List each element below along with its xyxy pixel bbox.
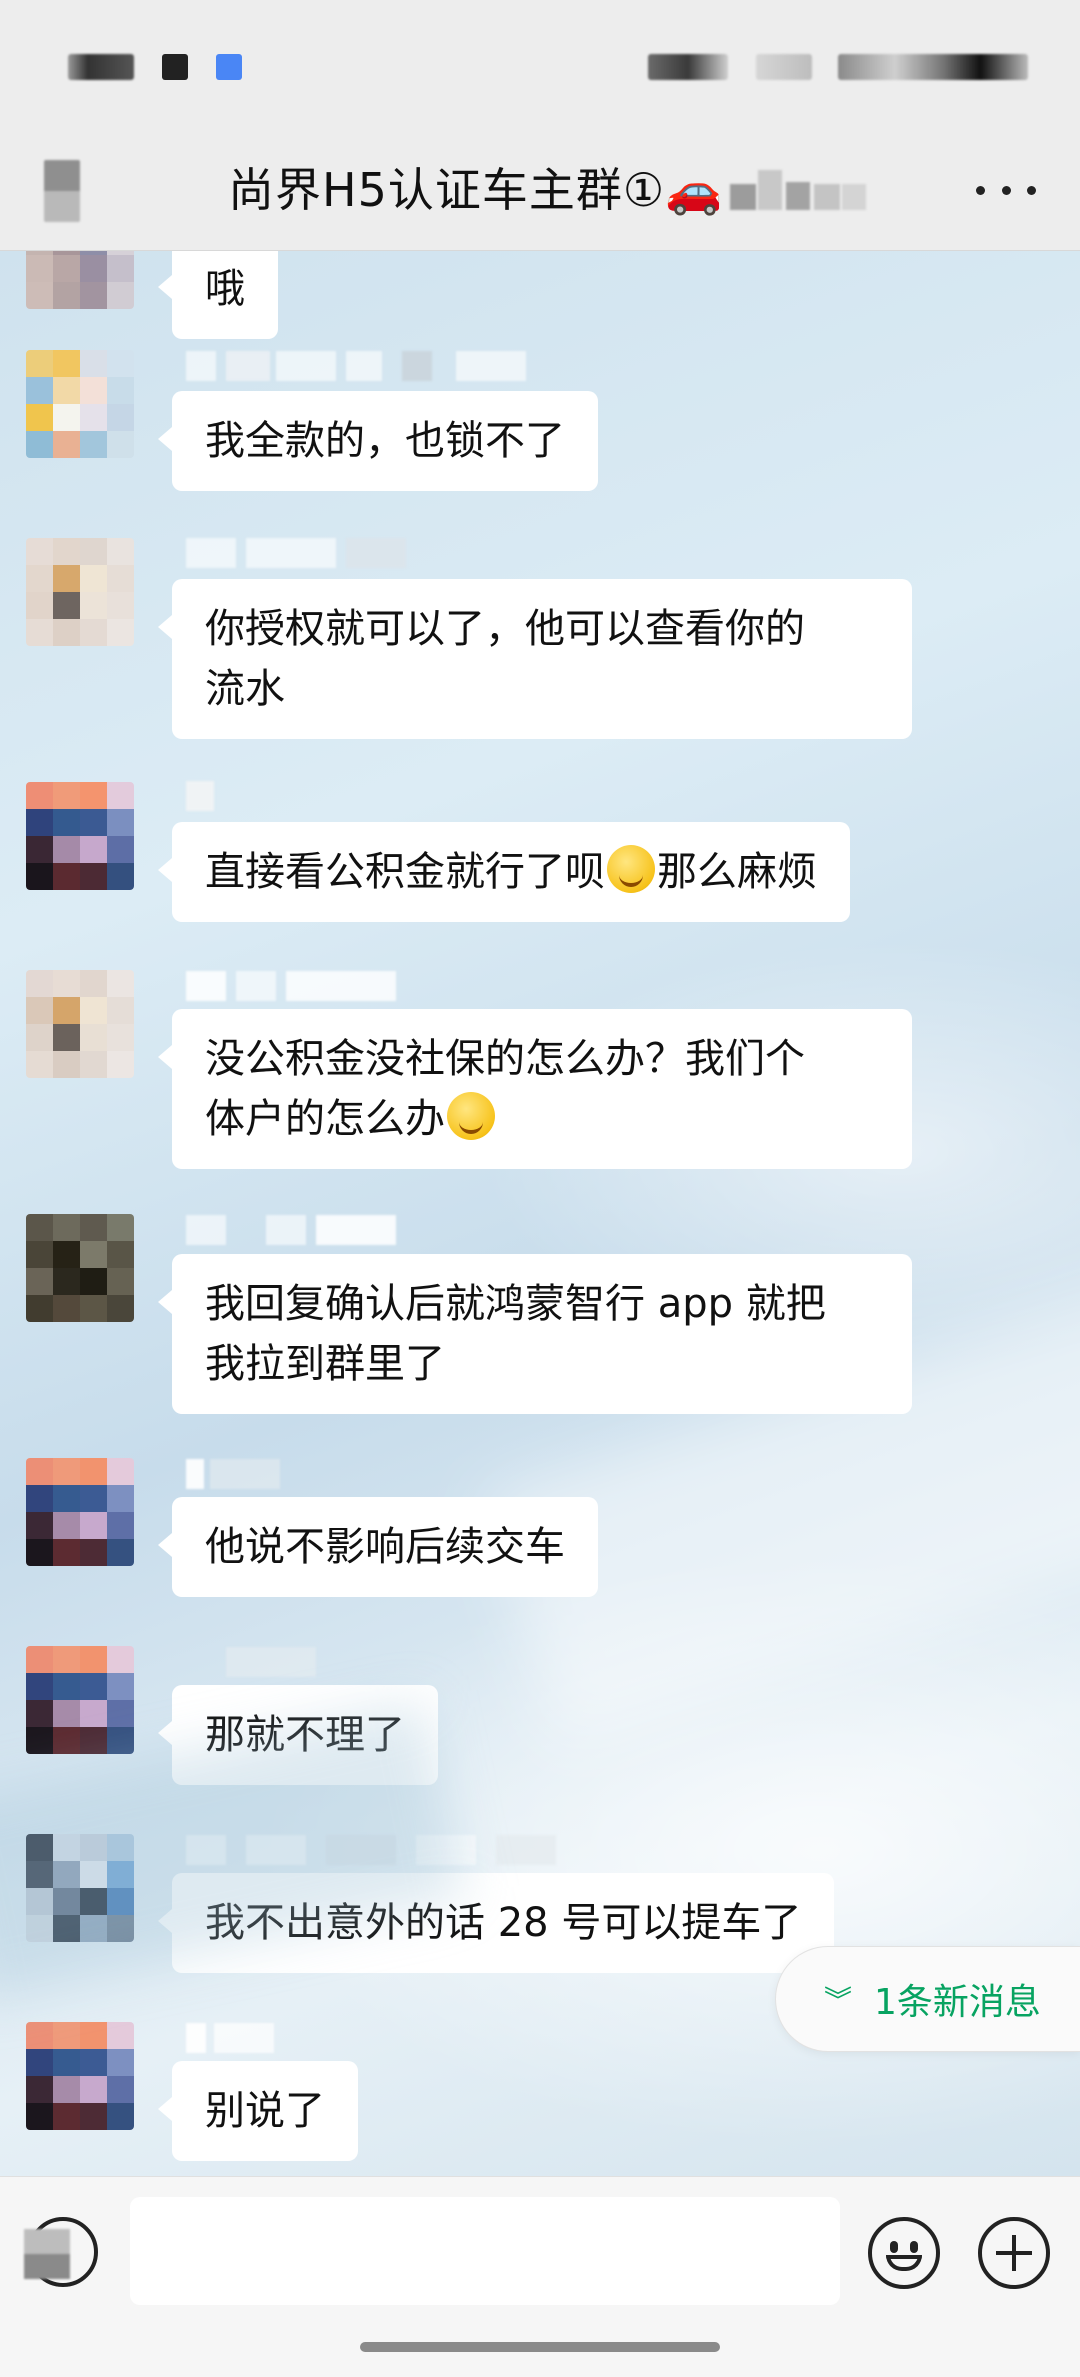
message-bubble[interactable]: 没公积金没社保的怎么办？我们个 体户的怎么办 (158, 1009, 912, 1169)
chat-header: 尚界H5认证车主群①🚗 (0, 130, 1080, 251)
page-title: 尚界H5认证车主群①🚗 (228, 163, 724, 217)
message-bubble[interactable]: 直接看公积金就行了呗 那么麻烦 (158, 822, 850, 922)
double-chevron-down-icon: ︾ (824, 1984, 853, 2017)
new-message-label: 1条新消息 (874, 1982, 1041, 2023)
message-bubble[interactable]: 他说不影响后续交车 (158, 1497, 598, 1597)
status-signal-blurred (648, 54, 728, 80)
message-bubble[interactable]: 我全款的，也锁不了 (158, 391, 598, 491)
member-count-blurred (730, 162, 866, 218)
status-wifi-blurred (756, 54, 812, 80)
new-message-button[interactable]: ︾ 1条新消息 (775, 1946, 1080, 2052)
avatar[interactable] (26, 251, 134, 309)
chat-message-list[interactable]: 哦 我全款的，也锁不了 你授权就可以了，他可以查看你的 流水 直接看公积金就行了… (0, 251, 1080, 2176)
avatar[interactable] (26, 1646, 134, 1754)
back-arrow-icon[interactable] (44, 160, 80, 222)
flushed-face-icon (607, 845, 655, 893)
avatar[interactable] (26, 1834, 134, 1942)
status-battery-blurred (838, 54, 1028, 80)
avatar[interactable] (26, 2022, 134, 2130)
avatar[interactable] (26, 782, 134, 890)
status-time-blurred (68, 54, 134, 80)
plus-icon[interactable] (978, 2217, 1050, 2289)
avatar[interactable] (26, 970, 134, 1078)
sender-name-blurred (186, 1459, 286, 1489)
message-bubble[interactable]: 别说了 (158, 2061, 358, 2161)
voice-input-icon[interactable] (28, 2217, 98, 2287)
avatar[interactable] (26, 1458, 134, 1566)
message-bubble[interactable]: 哦 (158, 251, 278, 339)
sender-name-blurred (186, 1835, 606, 1865)
avatar[interactable] (26, 538, 134, 646)
message-bubble[interactable]: 我不出意外的话 28 号可以提车了 (157, 1873, 835, 1973)
sender-name-blurred (186, 351, 546, 381)
message-bubble[interactable]: 你授权就可以了，他可以查看你的 流水 (158, 579, 912, 739)
message-input[interactable] (130, 2197, 840, 2305)
sender-name-blurred (186, 1215, 406, 1245)
avatar[interactable] (26, 1214, 134, 1322)
avatar[interactable] (26, 350, 134, 458)
status-bar (0, 0, 1080, 130)
loudly-crying-face-icon (447, 1092, 495, 1140)
home-indicator[interactable] (360, 2342, 720, 2352)
sender-name-blurred (186, 781, 246, 811)
message-bubble[interactable]: 那就不理了 (158, 1685, 438, 1785)
message-bubble[interactable]: 我回复确认后就鸿蒙智行 app 就把 我拉到群里了 (158, 1254, 912, 1414)
status-app-icon-blurred (216, 54, 242, 80)
sender-name-blurred (186, 538, 406, 568)
sender-name-blurred (186, 971, 406, 1001)
status-icon-blurred (162, 54, 188, 80)
emoji-icon[interactable] (868, 2217, 940, 2289)
more-options-icon[interactable] (976, 168, 1036, 212)
sender-name-blurred (186, 2023, 286, 2053)
sender-name-blurred (186, 1647, 326, 1677)
